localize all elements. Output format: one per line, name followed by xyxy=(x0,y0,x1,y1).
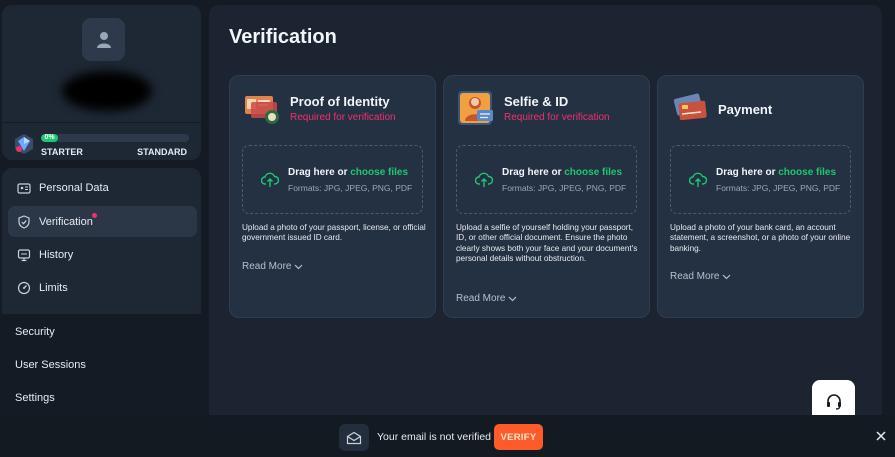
sidebar-item-security[interactable]: Security xyxy=(15,326,55,338)
notification-dot xyxy=(92,213,97,218)
username-redacted xyxy=(62,71,152,111)
formats-label: Formats: JPG, JPEG, PNG, PDF xyxy=(502,183,627,193)
sidebar-item-label: History xyxy=(39,248,74,261)
level-progress-bar: 0% xyxy=(41,134,189,142)
choose-files-link[interactable]: choose files xyxy=(778,167,836,178)
choose-files-link[interactable]: choose files xyxy=(564,167,622,178)
formats-label: Formats: JPG, JPEG, PNG, PDF xyxy=(716,183,841,193)
read-more-button[interactable]: Read More xyxy=(670,271,731,282)
sidebar-menu: Personal Data Verification History Limit… xyxy=(2,168,201,314)
mail-icon-box xyxy=(339,424,369,451)
user-icon xyxy=(96,31,111,48)
drag-text: Drag here or choose files xyxy=(716,167,836,178)
level-progress-fill: 0% xyxy=(41,134,58,142)
sidebar-item-history[interactable]: History xyxy=(8,239,197,270)
choose-files-link[interactable]: choose files xyxy=(350,167,408,178)
payment-cards-icon xyxy=(673,93,707,121)
selfie-id-icon xyxy=(458,91,493,125)
profile-card: 0% STARTER STANDARD xyxy=(2,5,201,160)
card-required-label: Required for verification xyxy=(504,112,610,123)
shield-check-icon xyxy=(17,214,31,229)
sidebar-item-label: Personal Data xyxy=(39,181,109,194)
id-documents-icon xyxy=(245,96,279,124)
sidebar-item-settings[interactable]: Settings xyxy=(15,392,55,404)
verification-card-payment: Payment Drag here or choose files Format… xyxy=(657,75,864,318)
sidebar-item-limits[interactable]: Limits xyxy=(8,272,197,303)
cloud-upload-icon xyxy=(475,172,493,187)
card-description: Upload a photo of your passport, license… xyxy=(242,223,426,243)
card-description: Upload a selfie of yourself holding your… xyxy=(456,223,638,264)
monitor-icon xyxy=(17,248,31,262)
read-more-button[interactable]: Read More xyxy=(242,261,303,272)
chevron-down-icon xyxy=(722,274,731,280)
sidebar-item-label: Limits xyxy=(39,281,68,294)
headset-icon xyxy=(826,393,841,410)
drag-prefix: Drag here or xyxy=(288,167,351,178)
read-more-label: Read More xyxy=(456,293,506,304)
main-panel: Verification Proof of Identity Required … xyxy=(209,5,882,415)
formats-label: Formats: JPG, JPEG, PNG, PDF xyxy=(288,183,413,193)
card-title: Proof of Identity xyxy=(290,94,390,109)
level-end-label: STANDARD xyxy=(137,147,187,157)
cloud-upload-icon xyxy=(261,172,279,187)
read-more-label: Read More xyxy=(242,261,292,272)
avatar[interactable] xyxy=(82,18,125,61)
level-progress-label: 0% xyxy=(44,134,55,141)
file-dropzone[interactable]: Drag here or choose files Formats: JPG, … xyxy=(670,145,851,214)
card-title: Payment xyxy=(718,102,773,117)
sidebar-item-personal-data[interactable]: Personal Data xyxy=(8,172,197,203)
sidebar-item-verification[interactable]: Verification xyxy=(8,206,197,237)
verification-card-selfie: Selfie & ID Required for verification Dr… xyxy=(443,75,650,318)
page-title: Verification xyxy=(229,26,337,48)
card-required-label: Required for verification xyxy=(290,112,396,123)
divider xyxy=(2,122,201,123)
file-dropzone[interactable]: Drag here or choose files Formats: JPG, … xyxy=(242,145,423,214)
read-more-label: Read More xyxy=(670,271,720,282)
chevron-down-icon xyxy=(508,296,517,302)
cloud-upload-icon xyxy=(689,172,707,187)
drag-prefix: Drag here or xyxy=(502,167,565,178)
verify-button[interactable]: VERIFY xyxy=(494,424,543,450)
email-verification-bar: Your email is not verified VERIFY xyxy=(0,415,895,457)
sidebar-item-label: Verification xyxy=(39,215,93,228)
envelope-icon xyxy=(346,431,362,444)
file-dropzone[interactable]: Drag here or choose files Formats: JPG, … xyxy=(456,145,637,214)
level-start-label: STARTER xyxy=(41,147,83,157)
read-more-button[interactable]: Read More xyxy=(456,293,517,304)
card-title: Selfie & ID xyxy=(504,94,569,109)
id-card-icon xyxy=(17,181,31,195)
chevron-down-icon xyxy=(294,264,303,270)
close-notice-button[interactable] xyxy=(875,430,887,442)
sidebar-lower-menu: Security User Sessions Settings xyxy=(2,314,201,414)
email-not-verified-text: Your email is not verified xyxy=(377,431,492,443)
level-badge-icon xyxy=(15,134,33,154)
drag-prefix: Drag here or xyxy=(716,167,779,178)
gauge-icon xyxy=(17,281,31,295)
drag-text: Drag here or choose files xyxy=(502,167,622,178)
card-description: Upload a photo of your bank card, an acc… xyxy=(670,223,851,253)
sidebar-item-user-sessions[interactable]: User Sessions xyxy=(15,359,86,371)
verification-card-identity: Proof of Identity Required for verificat… xyxy=(229,75,436,318)
close-icon xyxy=(876,431,886,441)
drag-text: Drag here or choose files xyxy=(288,167,408,178)
